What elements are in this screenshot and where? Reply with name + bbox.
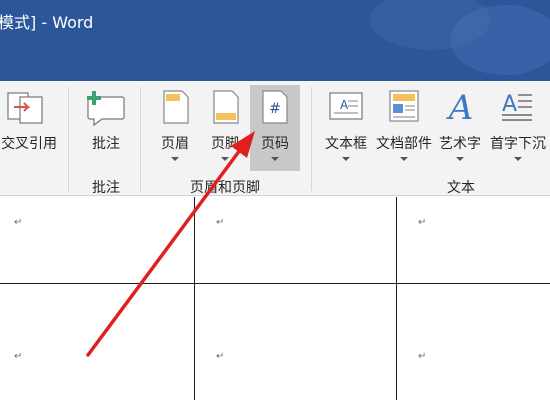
title-decoration <box>450 5 550 75</box>
cross-reference-button[interactable]: 交叉引用 <box>0 85 60 171</box>
text-box-label: 文本框 <box>325 136 367 152</box>
header-label: 页眉 <box>161 136 189 152</box>
header-button[interactable]: 页眉 <box>152 85 198 171</box>
group-label-header-footer: 页眉和页脚 <box>190 180 260 196</box>
page-number-label: 页码 <box>261 136 289 152</box>
text-box-button[interactable]: A 文本框 <box>320 85 372 171</box>
chevron-down-icon <box>221 157 229 161</box>
document-canvas[interactable]: ↵ ↵ ↵ ↵ ↵ ↵ <box>0 197 550 400</box>
paragraph-mark[interactable]: ↵ <box>14 217 22 228</box>
paragraph-mark[interactable]: ↵ <box>14 351 22 362</box>
header-icon <box>162 89 190 129</box>
cross-reference-label: 交叉引用 <box>1 136 57 152</box>
new-comment-button[interactable]: 批注 <box>78 85 134 171</box>
ribbon-insert: 交叉引用 批注 批注 页眉 页脚 # 页码 页眉和页脚 A 文本框 文档部件 A… <box>0 81 550 196</box>
footer-label: 页脚 <box>211 136 239 152</box>
footer-icon <box>212 89 240 129</box>
svg-text:A: A <box>502 92 517 117</box>
svg-text:#: # <box>269 101 281 117</box>
drop-cap-button[interactable]: A 首字下沉 <box>486 85 550 171</box>
quick-parts-label: 文档部件 <box>376 136 432 152</box>
title-bar: 模式] - Word <box>0 0 550 81</box>
chevron-down-icon <box>171 157 179 161</box>
wordart-button[interactable]: A 艺术字 <box>436 85 484 171</box>
comment-add-icon <box>84 89 128 131</box>
paragraph-mark[interactable]: ↵ <box>216 217 224 228</box>
wordart-icon: A <box>444 87 478 129</box>
chevron-down-icon <box>342 157 350 161</box>
quick-parts-button[interactable]: 文档部件 <box>374 85 434 171</box>
group-separator <box>311 87 312 191</box>
paragraph-mark[interactable]: ↵ <box>418 217 426 228</box>
chevron-down-icon <box>514 157 522 161</box>
chevron-down-icon <box>400 157 408 161</box>
group-label-comments: 批注 <box>92 180 120 196</box>
drop-cap-icon: A <box>500 89 534 127</box>
svg-text:A: A <box>340 98 349 112</box>
page-number-button[interactable]: # 页码 <box>250 85 300 171</box>
wordart-label: 艺术字 <box>439 136 481 152</box>
svg-text:A: A <box>446 88 474 125</box>
group-separator <box>140 87 141 191</box>
chevron-down-icon <box>456 157 464 161</box>
table-border <box>396 197 397 400</box>
page-number-icon: # <box>261 89 289 129</box>
comment-label: 批注 <box>92 136 120 152</box>
cross-reference-icon <box>6 89 44 129</box>
group-separator <box>68 87 69 191</box>
drop-cap-label: 首字下沉 <box>490 136 546 152</box>
quick-parts-icon <box>388 89 420 127</box>
footer-button[interactable]: 页脚 <box>202 85 248 171</box>
table-border <box>0 283 550 284</box>
paragraph-mark[interactable]: ↵ <box>418 351 426 362</box>
chevron-down-icon <box>271 157 279 161</box>
window-title: 模式] - Word <box>0 13 94 32</box>
paragraph-mark[interactable]: ↵ <box>216 351 224 362</box>
text-box-icon: A <box>328 89 364 127</box>
group-label-text: 文本 <box>447 180 475 196</box>
table-border <box>194 197 195 400</box>
